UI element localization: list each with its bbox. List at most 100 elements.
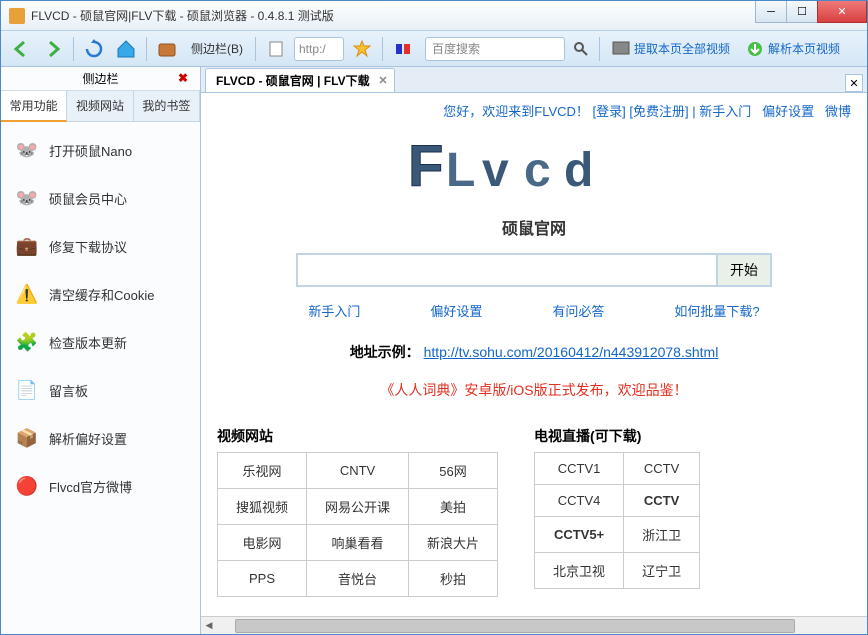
close-button[interactable]: ✕ <box>817 1 867 23</box>
site-cell[interactable]: 秒拍 <box>409 561 498 597</box>
video-sites-heading: 视频网站 <box>217 426 498 446</box>
forward-button[interactable] <box>39 35 67 63</box>
video-url-input[interactable] <box>296 253 716 287</box>
svg-text:d: d <box>564 144 593 197</box>
quicklink-3[interactable]: 如何批量下载? <box>674 301 759 320</box>
tv-cell[interactable]: CCTV4 <box>535 485 624 517</box>
tv-cell[interactable]: 北京卫视 <box>535 553 624 589</box>
page-icon <box>262 35 290 63</box>
sidebar-item-label: 修复下载协议 <box>49 237 127 256</box>
sidebar-tab-1[interactable]: 视频网站 <box>67 91 133 121</box>
sidebar-item-icon: 🐭 <box>15 138 39 162</box>
url-example: 地址示例： http://tv.sohu.com/20160412/n44391… <box>217 342 851 362</box>
folder-icon[interactable] <box>153 35 181 63</box>
tv-cell[interactable]: 辽宁卫 <box>624 553 700 589</box>
search-engine-icon[interactable] <box>389 35 417 63</box>
site-cell[interactable]: 乐视网 <box>218 453 307 489</box>
horizontal-scrollbar[interactable]: ◀ <box>201 616 867 634</box>
sidebar-item-label: 清空缓存和Cookie <box>49 285 154 304</box>
site-cell[interactable]: 美拍 <box>409 489 498 525</box>
sidebar-item-icon: 📦 <box>15 426 39 450</box>
top-nav: 您好，欢迎来到FLVCD！ [登录] [免费注册] | 新手入门 偏好设置 微博 <box>217 101 851 120</box>
logo-subtitle: 硕鼠官网 <box>217 215 851 239</box>
sidebar-item-icon: 🔴 <box>15 474 39 498</box>
titlebar: FLVCD - 硕鼠官网|FLV下载 - 硕鼠浏览器 - 0.4.8.1 测试版… <box>1 1 867 31</box>
sidebar-item-label: 留言板 <box>49 381 88 400</box>
site-cell[interactable]: 响巢看看 <box>307 525 409 561</box>
quicklink-0[interactable]: 新手入门 <box>308 301 360 320</box>
sidebar-item-icon: 🧩 <box>15 330 39 354</box>
sidebar-item-5[interactable]: 📄留言板 <box>1 366 200 414</box>
sidebar-item-3[interactable]: ⚠️ 清空缓存和Cookie <box>1 270 200 318</box>
site-cell[interactable]: CNTV <box>307 453 409 489</box>
sidebar-item-0[interactable]: 🐭打开硕鼠Nano <box>1 126 200 174</box>
svg-text:c: c <box>524 144 551 197</box>
sidebar-item-label: Flvcd官方微博 <box>49 477 132 496</box>
star-icon[interactable] <box>348 35 376 63</box>
sidebar-close-icon[interactable]: ✖ <box>178 71 194 87</box>
back-button[interactable] <box>7 35 35 63</box>
sidebar-item-4[interactable]: 🧩 检查版本更新 <box>1 318 200 366</box>
sidebar-header: 侧边栏 ✖ <box>1 67 200 91</box>
svg-text:v: v <box>482 144 509 197</box>
svg-text:L: L <box>446 144 475 197</box>
sidebar-tab-2[interactable]: 我的书签 <box>134 91 200 121</box>
start-button[interactable]: 开始 <box>716 253 772 287</box>
tab-strip: FLVCD - 硕鼠官网 | FLV下载 ✕ ✕ <box>201 67 867 93</box>
video-sites-table: 乐视网CNTV56网搜狐视频网易公开课美拍电影网响巢看看新浪大片 PPS音悦台秒拍 <box>217 452 498 597</box>
site-cell[interactable]: 搜狐视频 <box>218 489 307 525</box>
prefs-link[interactable]: 偏好设置 <box>762 104 814 119</box>
logo: F L v c d <box>217 128 851 213</box>
minimize-button[interactable]: ─ <box>755 1 787 23</box>
tv-cell[interactable]: 浙江卫 <box>624 517 700 553</box>
maximize-button[interactable]: ☐ <box>786 1 818 23</box>
sidebar-item-6[interactable]: 📦 解析偏好设置 <box>1 414 200 462</box>
page-content[interactable]: 您好，欢迎来到FLVCD！ [登录] [免费注册] | 新手入门 偏好设置 微博… <box>201 93 867 634</box>
tab-close-icon[interactable]: ✕ <box>378 74 387 87</box>
sidebar-item-icon: 🐭 <box>15 186 39 210</box>
quick-links: 新手入门 偏好设置 有问必答 如何批量下载? <box>217 301 851 320</box>
sidebar-item-1[interactable]: 🐭硕鼠会员中心 <box>1 174 200 222</box>
sidebar-item-label: 解析偏好设置 <box>49 429 127 448</box>
site-cell[interactable]: PPS <box>218 561 307 597</box>
login-link[interactable]: [登录] <box>593 104 626 119</box>
sidebar-tab-0[interactable]: 常用功能 <box>1 91 67 122</box>
monitor-icon <box>612 40 630 58</box>
sidebar-item-7[interactable]: 🔴 Flvcd官方微博 <box>1 462 200 510</box>
tabstrip-close-icon[interactable]: ✕ <box>845 74 863 92</box>
site-cell[interactable]: 电影网 <box>218 525 307 561</box>
extract-videos-button[interactable]: 提取本页全部视频 <box>606 40 736 58</box>
main-search: 开始 <box>217 253 851 287</box>
search-input[interactable]: 百度搜索 <box>425 37 565 61</box>
url-input[interactable]: http:/ <box>294 37 344 61</box>
search-button[interactable] <box>569 37 593 61</box>
reload-button[interactable] <box>80 35 108 63</box>
weibo-link[interactable]: 微博 <box>825 104 851 119</box>
sidebar: 侧边栏 ✖ 常用功能视频网站我的书签 🐭打开硕鼠Nano🐭硕鼠会员中心 💼 修复下载… <box>1 67 201 634</box>
quicklink-2[interactable]: 有问必答 <box>552 301 604 320</box>
tv-cell[interactable]: CCTV <box>624 453 700 485</box>
home-button[interactable] <box>112 35 140 63</box>
site-cell[interactable]: 56网 <box>409 453 498 489</box>
tv-live-heading: 电视直播(可下载) <box>534 426 700 446</box>
tv-cell[interactable]: CCTV5+ <box>535 517 624 553</box>
site-cell[interactable]: 新浪大片 <box>409 525 498 561</box>
sidebar-item-2[interactable]: 💼 修复下载协议 <box>1 222 200 270</box>
browser-tab[interactable]: FLVCD - 硕鼠官网 | FLV下载 ✕ <box>205 68 395 92</box>
tv-cell[interactable]: CCTV <box>624 485 700 517</box>
register-link[interactable]: [免费注册] <box>629 104 688 119</box>
window-title: FLVCD - 硕鼠官网|FLV下载 - 硕鼠浏览器 - 0.4.8.1 测试版 <box>31 7 756 24</box>
parse-video-button[interactable]: 解析本页视频 <box>740 40 846 58</box>
newbie-link[interactable]: 新手入门 <box>699 104 751 119</box>
sidebar-item-icon: 💼 <box>15 234 39 258</box>
svg-text:F: F <box>408 134 443 199</box>
quicklink-1[interactable]: 偏好设置 <box>430 301 482 320</box>
tv-cell[interactable]: CCTV1 <box>535 453 624 485</box>
sidebar-toggle[interactable]: 侧边栏(B) <box>185 40 249 57</box>
example-url-link[interactable]: http://tv.sohu.com/20160412/n443912078.s… <box>424 344 719 360</box>
announcement: 《人人词典》安卓版/iOS版正式发布，欢迎品鉴！ <box>217 380 851 400</box>
site-cell[interactable]: 音悦台 <box>307 561 409 597</box>
sidebar-item-label: 检查版本更新 <box>49 333 127 352</box>
site-cell[interactable]: 网易公开课 <box>307 489 409 525</box>
sidebar-item-icon: ⚠️ <box>15 282 39 306</box>
